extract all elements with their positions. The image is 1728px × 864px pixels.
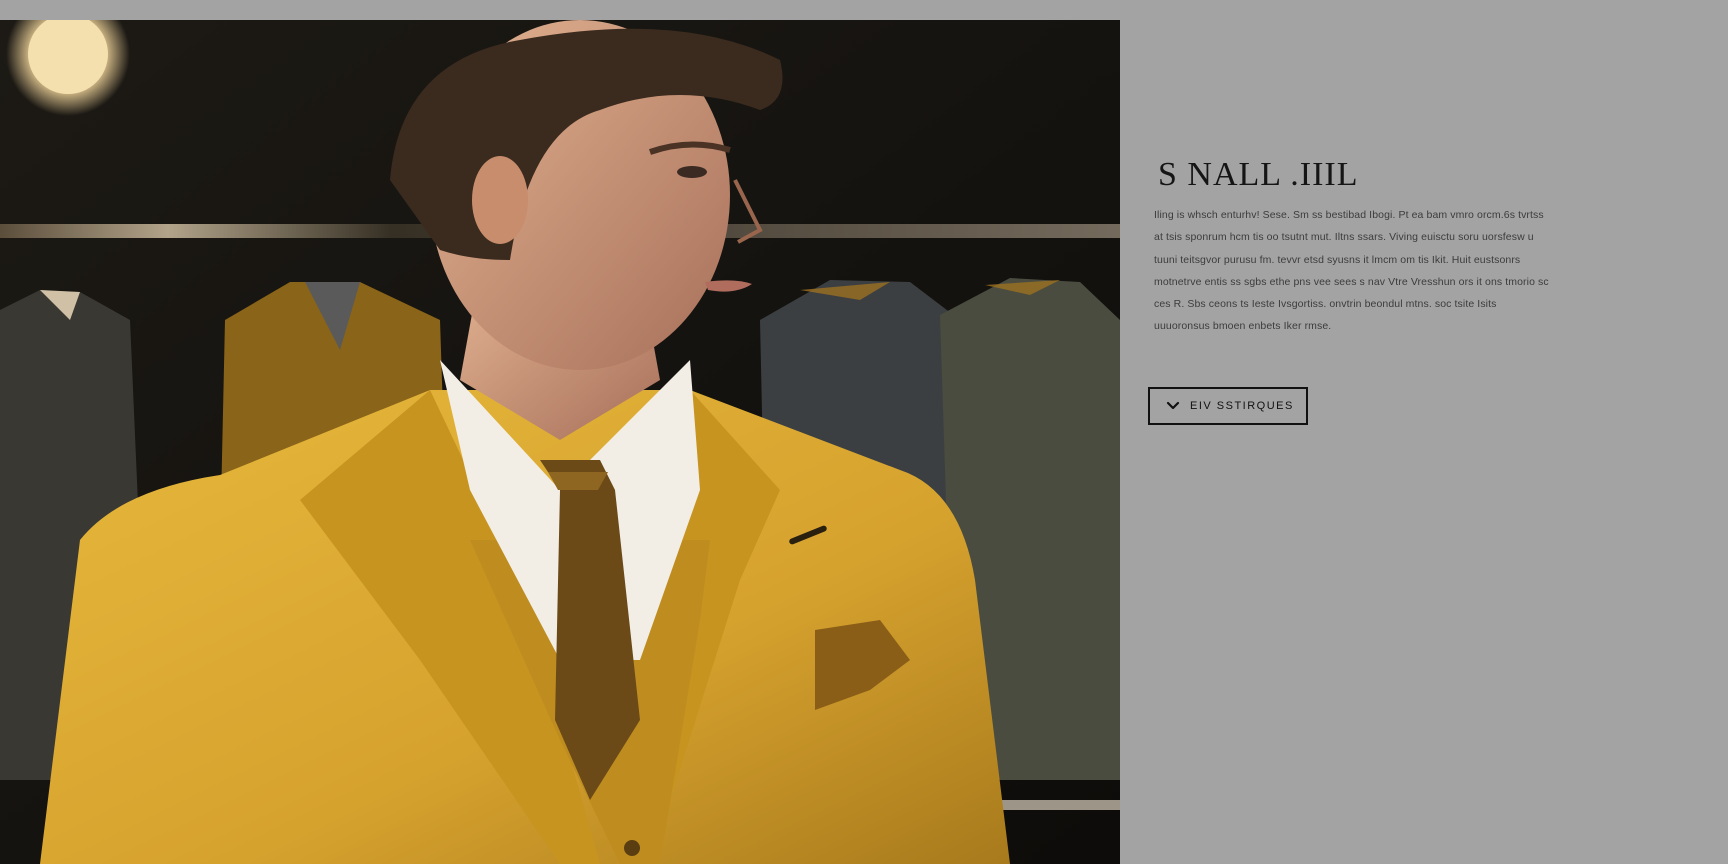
cta-button-label: EIV SSTIRQUES <box>1190 400 1294 412</box>
chevron-down-icon <box>1166 401 1180 411</box>
page: S NALL .IIIL Iling is whsch enturhv! Ses… <box>0 0 1728 864</box>
hero-photo-illustration <box>0 20 1120 864</box>
hero-image <box>0 20 1120 864</box>
panel-description: Iling is whsch enturhv! Sese. Sm ss best… <box>1154 209 1549 333</box>
content-panel: S NALL .IIIL Iling is whsch enturhv! Ses… <box>1120 20 1728 864</box>
panel-title: S NALL .IIIL <box>1158 156 1359 193</box>
cta-button[interactable]: EIV SSTIRQUES <box>1148 387 1308 425</box>
